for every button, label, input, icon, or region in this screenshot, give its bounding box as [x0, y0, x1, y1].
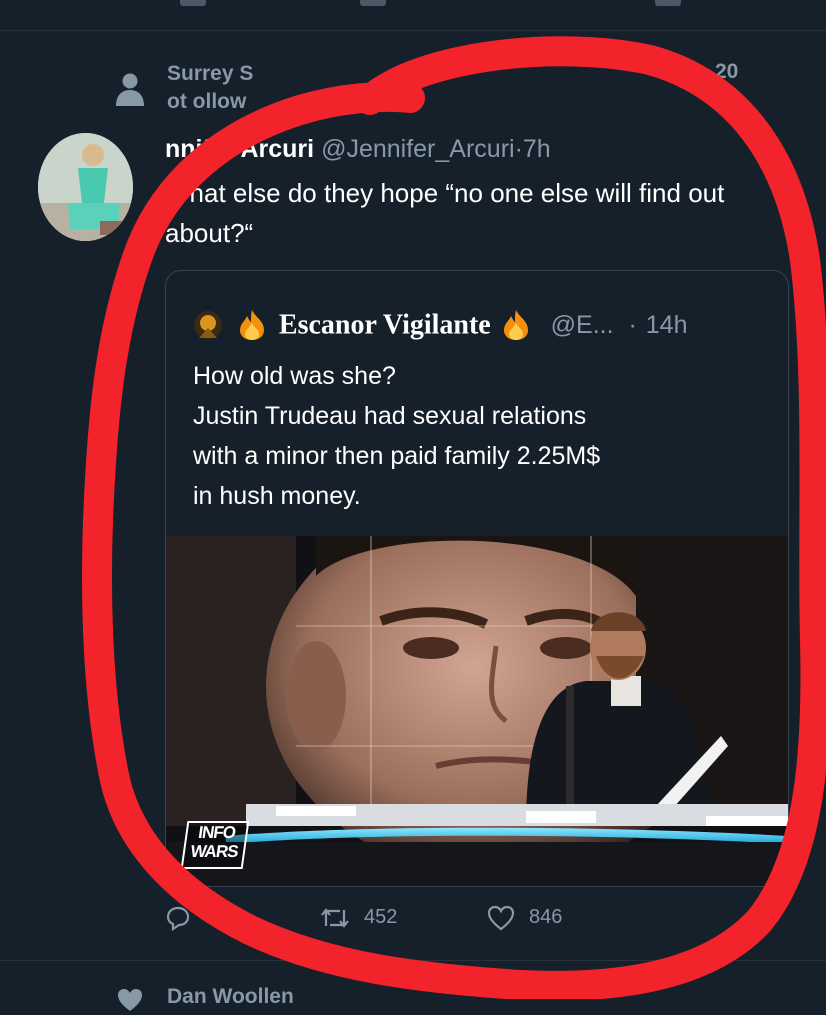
author-name[interactable]: nnifer Arcuri: [165, 135, 314, 163]
tweet-divider: [0, 960, 826, 961]
quoted-tweet-text: How old was she? Justin Trudeau had sexu…: [193, 356, 763, 516]
fire-icon: [503, 310, 528, 341]
heart-icon: [118, 989, 142, 1011]
cropped-icon: [655, 0, 681, 6]
quoted-handle[interactable]: @E...: [551, 311, 614, 339]
quoted-text-line: with a minor then paid family 2.25M$: [193, 442, 601, 470]
separator-dot: ·: [514, 135, 523, 163]
separator-dot: ·: [628, 311, 637, 340]
quoted-text-line: How old was she?: [193, 362, 396, 390]
quoted-author-name[interactable]: Escanor Vigilante: [279, 309, 491, 340]
quoted-text-line: in hush money.: [193, 482, 361, 510]
more-options-icon[interactable]: ··: [750, 132, 767, 158]
infowars-logo: INFO WARS: [180, 821, 250, 869]
author-handle[interactable]: @Jennifer_Arcuri: [321, 135, 515, 163]
person-icon: [116, 73, 144, 106]
social-context-line1: Surrey S: [167, 62, 254, 85]
tweet-header: nnifer Arcuri @Jennifer_Arcuri·7h: [165, 130, 551, 168]
quoted-text-line: Justin Trudeau had sexual relations: [193, 402, 587, 430]
reply-icon: [166, 906, 190, 931]
avatar[interactable]: [38, 133, 133, 241]
previous-tweet-bottom: [0, 0, 826, 31]
retweet-count: 452: [364, 906, 398, 928]
heart-icon: [487, 905, 515, 931]
social-context-text: Surrey S ot ollow: [167, 60, 253, 116]
like-count: 846: [529, 906, 563, 928]
fire-icon: [239, 310, 264, 341]
retweet-icon: [321, 907, 349, 928]
quoted-time[interactable]: 14h: [646, 311, 688, 339]
like-button[interactable]: 846: [487, 895, 562, 940]
social-context-trailing: 20: [715, 60, 739, 83]
tweet-time[interactable]: 7h: [523, 135, 551, 163]
retweet-button[interactable]: 452: [320, 895, 397, 940]
cropped-icon: [360, 0, 386, 6]
next-tweet-context-text: Dan Woollen: [167, 985, 294, 1008]
quoted-media-image[interactable]: INFO WARS: [166, 536, 788, 886]
reply-button[interactable]: [165, 895, 205, 940]
quoted-tweet[interactable]: Escanor Vigilante @E... · 14h How old wa…: [165, 270, 789, 887]
quoted-avatar[interactable]: [193, 310, 223, 340]
quoted-tweet-header: Escanor Vigilante @E... · 14h: [193, 304, 688, 344]
cropped-icon: [180, 0, 206, 6]
social-context-line2: ot ollow: [167, 90, 247, 113]
social-context[interactable]: Surrey S ot ollow 20: [115, 58, 755, 118]
tweet-text: What else do they hope “no one else will…: [165, 178, 725, 248]
tweet-actions: 452 846: [165, 895, 765, 940]
